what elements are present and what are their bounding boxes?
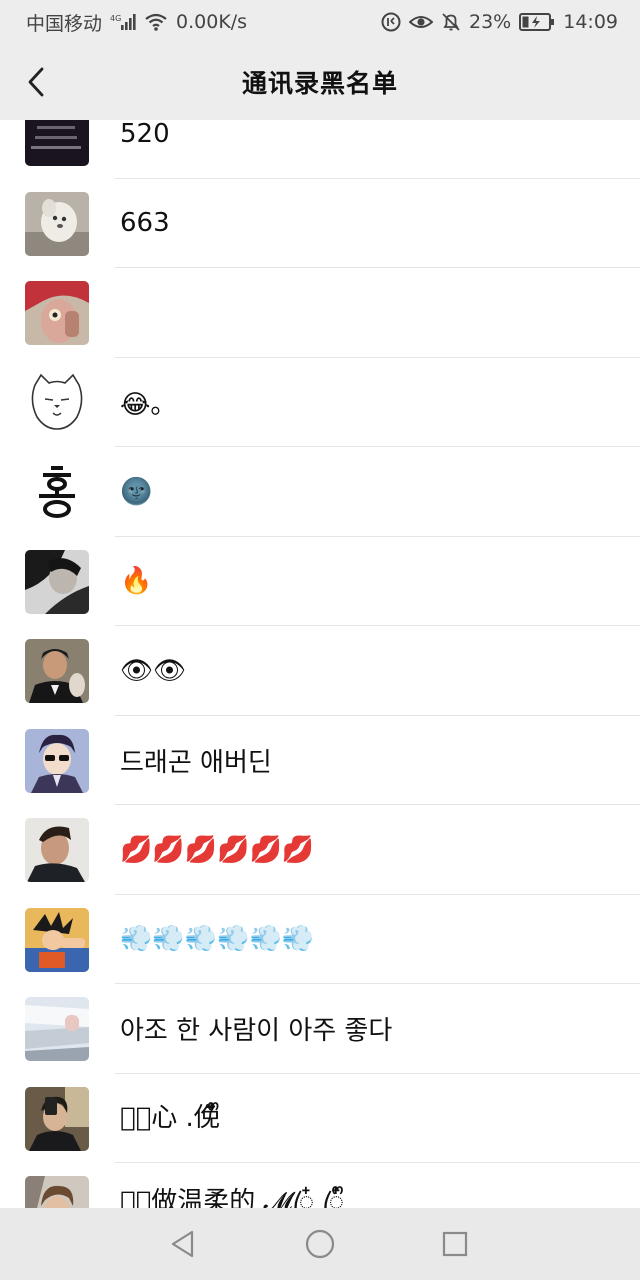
signal-icon: 4G	[110, 13, 136, 31]
hangul-character-avatar	[25, 460, 89, 524]
anime-fighter-avatar	[25, 907, 89, 972]
contact-name: 💋💋💋💋💋💋	[120, 834, 315, 865]
contact-name: 𝓜ꦿ做温柔的 𝓜ꦿ໋ ꦿ໋ᩚ	[120, 1187, 345, 1208]
contact-name: 520	[120, 120, 170, 149]
man-portrait-avatar	[25, 818, 89, 882]
contact-name: 💨💨💨💨💨💨	[120, 924, 315, 955]
status-left: 中国移动 4G 0.00K/s	[26, 9, 247, 36]
system-nav-bar	[0, 1208, 640, 1280]
man-suit-avatar	[25, 639, 89, 703]
triangle-back-icon	[171, 1230, 194, 1258]
network-type: 4G	[110, 14, 121, 23]
page-title: 通讯录黑名单	[241, 69, 398, 98]
list-scroll-content: 520 663 😂。 🌚 🔥 👁👁 드래곤 애버딘 💋💋💋💋💋💋 💨💨💨💨💨💨 …	[0, 120, 640, 1208]
status-right: 23% 14:09	[381, 11, 618, 33]
contact-name: 드래곤 애버딘	[120, 747, 272, 778]
blacklist-contact-list[interactable]: 520 663 😂。 🌚 🔥 👁👁 드래곤 애버딘 💋💋💋💋💋💋 💨💨💨💨💨💨 …	[0, 120, 640, 1208]
mute-bell-icon	[441, 12, 461, 32]
contact-name: 663	[120, 208, 170, 239]
battery-charging-icon	[519, 12, 555, 32]
contact-name: 👁👁	[120, 655, 187, 686]
contact-row[interactable]: 👁👁	[0, 626, 640, 716]
red-hair-person-avatar	[25, 281, 89, 345]
nav-back-button[interactable]	[165, 1226, 201, 1262]
nav-home-button[interactable]	[302, 1226, 338, 1262]
contact-row[interactable]: 𝓜ꦿ心 .俛໋໋ᩚ	[0, 1073, 640, 1163]
contact-row[interactable]	[0, 268, 640, 358]
anime-sunglasses-avatar	[25, 728, 89, 793]
contact-row[interactable]: 💋💋💋💋💋💋	[0, 805, 640, 895]
contact-row[interactable]: 😂。	[0, 357, 640, 447]
cat-drawing-avatar	[25, 370, 89, 435]
contact-row[interactable]: 𝓜ꦿ做温柔的 𝓜ꦿ໋ ꦿ໋ᩚ	[0, 1163, 640, 1208]
data-saver-icon	[381, 12, 401, 32]
contact-row[interactable]: 663	[0, 178, 640, 268]
title-bar: 通讯录黑名单	[0, 44, 640, 120]
contact-name: 𝓜ꦿ心 .俛໋໋ᩚ	[120, 1102, 220, 1133]
contact-row[interactable]: 520	[0, 120, 640, 179]
contact-row[interactable]: 드래곤 애버딘	[0, 715, 640, 805]
nav-recents-button[interactable]	[437, 1226, 473, 1262]
battery-percent: 23%	[469, 11, 512, 33]
status-bar: 中国移动 4G 0.00K/s 23% 14:09	[0, 0, 640, 44]
contact-row[interactable]: 💨💨💨💨💨💨	[0, 894, 640, 984]
dark-portrait-avatar	[25, 549, 89, 614]
selfie-avatar	[25, 1086, 89, 1151]
contact-row[interactable]: 아조 한 사람이 아주 좋다	[0, 984, 640, 1074]
square-recents-icon	[442, 1231, 468, 1257]
chevron-left-icon	[28, 67, 44, 97]
carrier-label: 中国移动	[26, 12, 103, 35]
white-hair-avatar	[25, 997, 89, 1061]
wifi-icon	[144, 13, 168, 31]
network-speed: 0.00K/s	[176, 11, 248, 33]
contact-name: 🌚	[120, 476, 153, 507]
contact-name: 😂。	[120, 389, 177, 420]
clock: 14:09	[563, 11, 618, 33]
contact-name: 🔥	[120, 566, 153, 597]
dog-photo-avatar	[25, 191, 89, 256]
contact-name: 아조 한 사람이 아주 좋다	[120, 1016, 393, 1047]
circle-home-icon	[305, 1229, 335, 1259]
contact-row[interactable]: 🌚	[0, 447, 640, 537]
back-button[interactable]	[14, 60, 58, 104]
young-man-avatar	[25, 1176, 89, 1208]
contact-row[interactable]: 🔥	[0, 536, 640, 626]
dark-text-avatar	[25, 120, 89, 166]
eye-comfort-icon	[409, 13, 433, 31]
